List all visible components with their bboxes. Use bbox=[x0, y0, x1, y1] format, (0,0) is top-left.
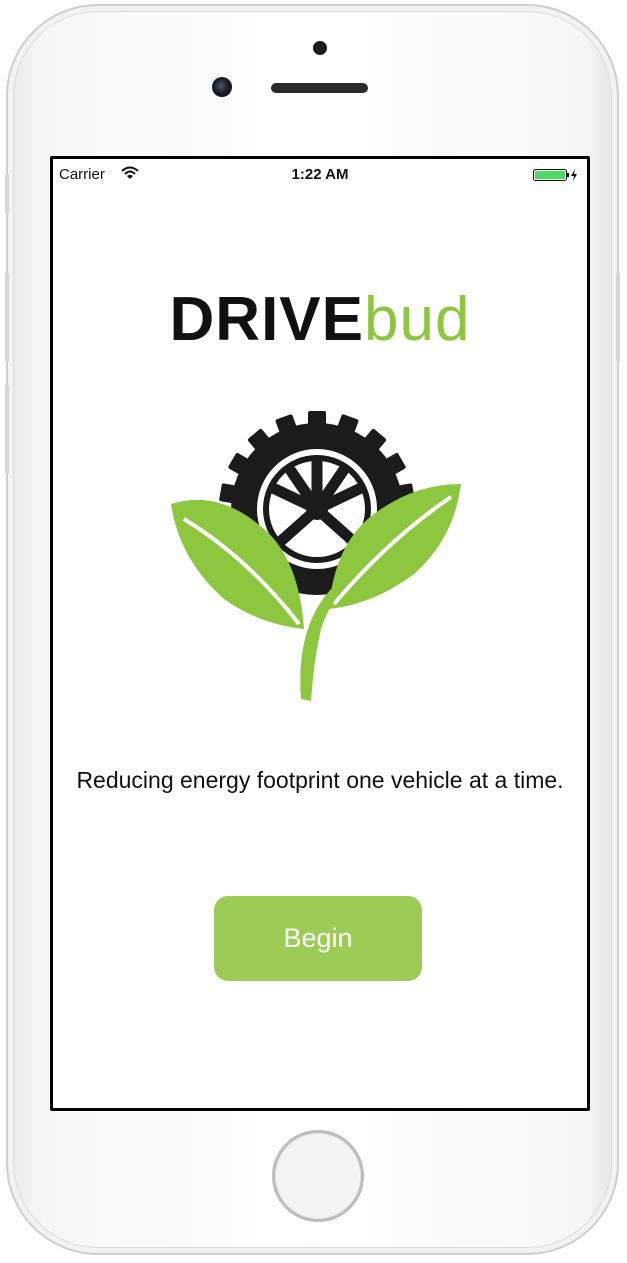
earpiece-speaker bbox=[271, 83, 368, 93]
status-bar: Carrier 1:22 AM bbox=[53, 159, 587, 187]
logo-drive-text: DRIVE bbox=[169, 285, 365, 354]
phone-frame: Carrier 1:22 AM DRIVEbud Reducing energy… bbox=[5, 4, 620, 1255]
begin-button[interactable]: Begin bbox=[214, 896, 422, 981]
app-screen: Carrier 1:22 AM DRIVEbud Reducing energy… bbox=[53, 159, 587, 1108]
logo-bud-text: bud bbox=[364, 285, 471, 354]
volume-down-button bbox=[5, 384, 9, 474]
app-logo: DRIVEbud bbox=[53, 289, 587, 351]
tire-with-leaves-icon bbox=[171, 411, 461, 701]
battery-charging-icon bbox=[533, 169, 577, 181]
tagline: Reducing energy footprint one vehicle at… bbox=[76, 767, 564, 793]
front-camera bbox=[212, 77, 232, 97]
screen: Carrier 1:22 AM DRIVEbud Reducing energy… bbox=[50, 156, 590, 1111]
proximity-sensor bbox=[313, 41, 327, 55]
power-button bbox=[616, 272, 620, 362]
status-time: 1:22 AM bbox=[291, 166, 349, 183]
home-button[interactable] bbox=[272, 1130, 364, 1222]
mute-switch bbox=[5, 174, 9, 214]
volume-up-button bbox=[5, 272, 9, 362]
